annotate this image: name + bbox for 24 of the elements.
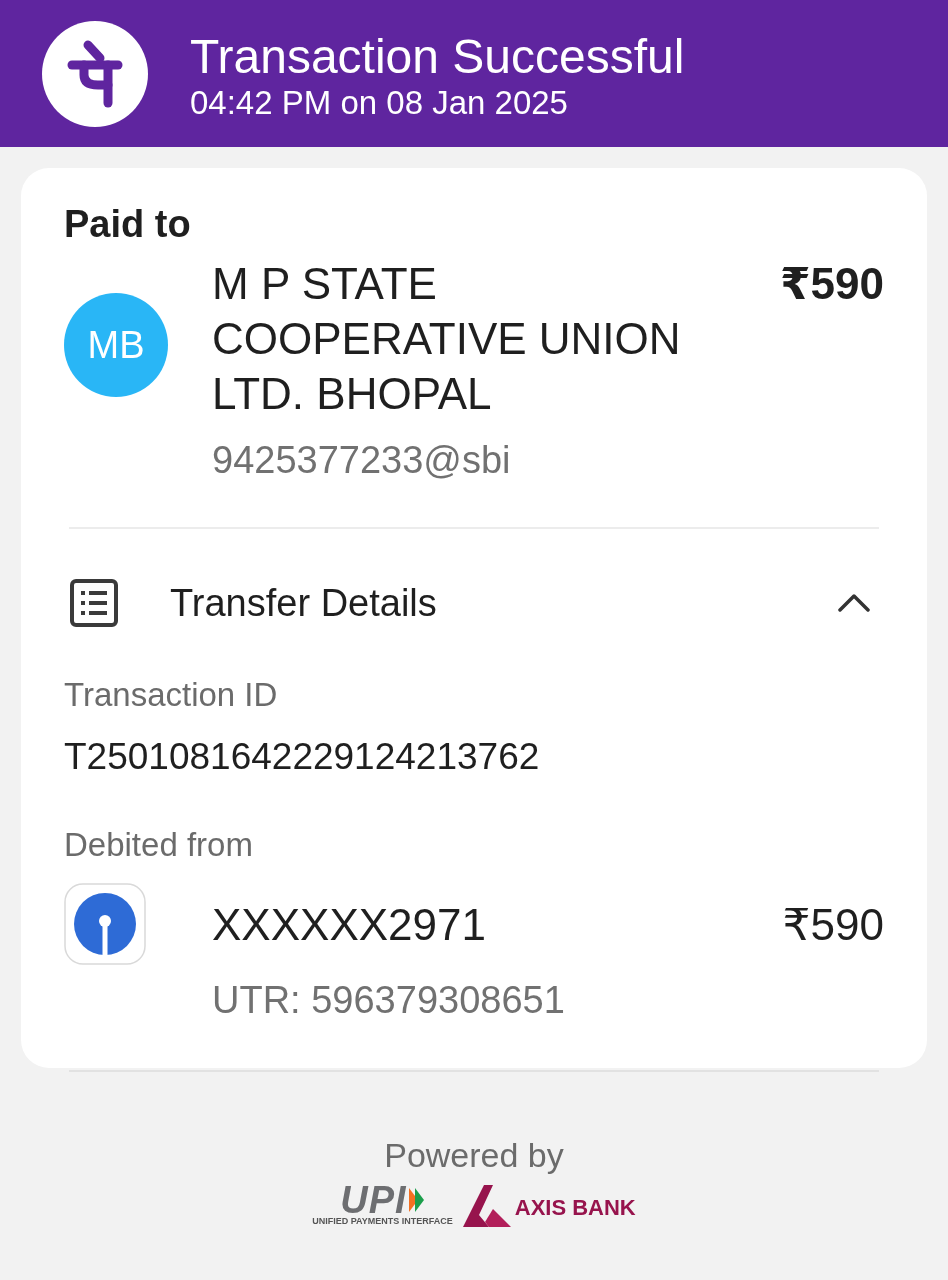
transaction-id: T2501081642229124213762 bbox=[64, 735, 540, 779]
upi-tagline: UNIFIED PAYMENTS INTERFACE bbox=[312, 1216, 453, 1227]
timestamp: 04:42 PM on 08 Jan 2025 bbox=[190, 83, 568, 122]
upi-wordmark: UPI bbox=[340, 1185, 407, 1215]
status-title: Transaction Successful bbox=[190, 29, 685, 84]
triangle-logo-icon bbox=[462, 1185, 511, 1227]
list-icon bbox=[70, 579, 118, 627]
utr-number: UTR: 596379308651 bbox=[212, 978, 565, 1023]
payee-name: M P STATE COOPERATIVE UNION LTD. BHOPAL bbox=[212, 258, 682, 420]
avatar: MB bbox=[64, 293, 168, 397]
amount: ₹590 bbox=[782, 899, 884, 951]
account-number: XXXXXX2971 bbox=[212, 899, 486, 951]
chevron-up-icon[interactable] bbox=[838, 594, 870, 612]
powered-by-text: Powered by bbox=[384, 1135, 564, 1175]
field-label: Debited from bbox=[64, 825, 253, 865]
bank-name: AXIS BANK bbox=[514, 1195, 636, 1221]
payee-upi-id: 9425377233@sbi bbox=[212, 438, 511, 483]
section-heading: Paid to bbox=[64, 202, 191, 246]
keyhole-logo-icon bbox=[64, 883, 146, 965]
logo-icon bbox=[42, 20, 148, 127]
arrow-logo-icon bbox=[408, 1186, 425, 1214]
amount: ₹590 bbox=[779, 258, 884, 310]
field-label: Transaction ID bbox=[64, 675, 278, 715]
section-title: Transfer Details bbox=[170, 581, 437, 626]
